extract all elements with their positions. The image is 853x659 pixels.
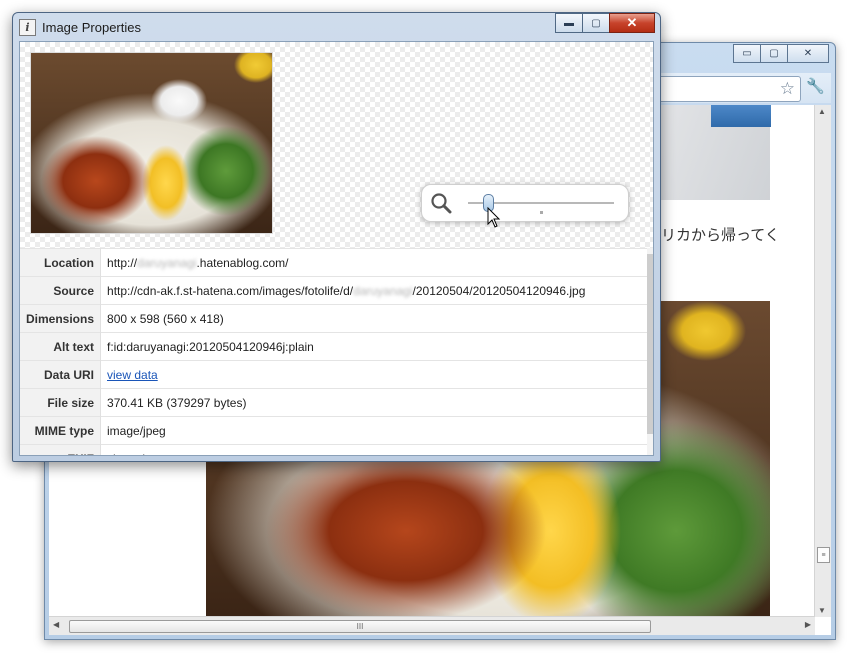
source-suffix: /20120504/20120504120946.jpg [412,283,586,298]
page-text: リカから帰ってく [661,226,780,244]
property-value: view data [100,360,647,389]
table-row: Data URI view data [20,360,647,389]
star-icon[interactable]: ☆ [780,79,795,99]
browser-window-controls: ▭ ▢ ✕ [733,44,829,63]
mouse-cursor-icon [487,207,501,228]
source-prefix: http://cdn-ak.f.st-hatena.com/images/fot… [107,283,354,298]
dialog-body: Location http://daruyanagi.hatenablog.co… [19,41,654,456]
properties-table: Location http://daruyanagi.hatenablog.co… [20,248,647,455]
location-suffix: .hatenablog.com/ [196,255,289,270]
dialog-scroll-thumb[interactable] [647,254,653,434]
image-thumbnail [30,52,273,234]
property-value: 370.41 KB (379297 bytes) [100,388,647,417]
scroll-left-arrow-icon[interactable]: ◀ [53,620,59,629]
dialog-close-button[interactable]: ✕ [609,13,655,33]
table-row: MIME type image/jpeg [20,416,647,445]
scroll-up-arrow-icon[interactable]: ▲ [818,107,826,116]
table-row: Alt text f:id:daruyanagi:20120504120946j… [20,332,647,361]
table-row: Location http://daruyanagi.hatenablog.co… [20,248,647,277]
browser-vertical-scrollbar[interactable]: ▲ ≡ ▼ [814,105,831,617]
dialog-minimize-button[interactable]: ▬ [555,13,583,33]
property-key: Source [20,276,102,305]
source-blurred: daruyanagi [353,283,413,298]
browser-close-button[interactable]: ✕ [787,44,829,63]
property-key: Location [20,248,102,277]
scroll-right-arrow-icon[interactable]: ▶ [805,620,811,629]
image-properties-dialog: i Image Properties ▬ ▢ ✕ Location http:/… [12,12,661,462]
view-data-link[interactable]: view data [107,368,158,382]
table-row: Source http://cdn-ak.f.st-hatena.com/ima… [20,276,647,305]
browser-horizontal-scrollbar[interactable]: ◀ III ▶ [49,616,815,635]
table-row: File size 370.41 KB (379297 bytes) [20,388,647,417]
info-icon: i [19,18,36,36]
location-blurred: daruyanagi [137,255,197,270]
property-key: File size [20,388,102,417]
property-key: Alt text [20,332,102,361]
dialog-title-bar[interactable]: i Image Properties [19,16,141,38]
property-value: f:id:daruyanagi:20120504120946j:plain [100,332,647,361]
dialog-window-controls: ▬ ▢ ✕ [555,13,655,33]
scroll-thumb[interactable]: ≡ [817,547,830,563]
zoom-control [421,184,629,222]
zoom-slider-tick [540,211,543,214]
dialog-vertical-scrollbar[interactable] [647,248,653,455]
horizontal-scroll-thumb[interactable]: III [69,620,651,633]
wrench-icon[interactable]: 🔧 [806,77,825,95]
dialog-maximize-button[interactable]: ▢ [582,13,610,33]
location-prefix: http:// [107,255,138,270]
property-value: http://cdn-ak.f.st-hatena.com/images/fot… [100,276,647,305]
property-value: http://daruyanagi.hatenablog.com/ [100,248,647,277]
image-preview-area [20,42,653,248]
magnifier-icon [431,193,452,214]
browser-minimize-button[interactable]: ▭ [733,44,761,63]
property-key: Data URI [20,360,102,389]
dialog-title: Image Properties [42,19,141,35]
property-value: image/jpeg [100,416,647,445]
table-row: EXIF show data [20,444,647,455]
property-value: 800 x 598 (560 x 418) [100,304,647,333]
property-key: MIME type [20,416,102,445]
property-key: EXIF [20,444,102,455]
property-key: Dimensions [20,304,102,333]
browser-maximize-button[interactable]: ▢ [760,44,788,63]
property-value: show data [100,444,647,455]
scroll-down-arrow-icon[interactable]: ▼ [818,606,826,615]
table-row: Dimensions 800 x 598 (560 x 418) [20,304,647,333]
page-image-sign [711,105,771,127]
